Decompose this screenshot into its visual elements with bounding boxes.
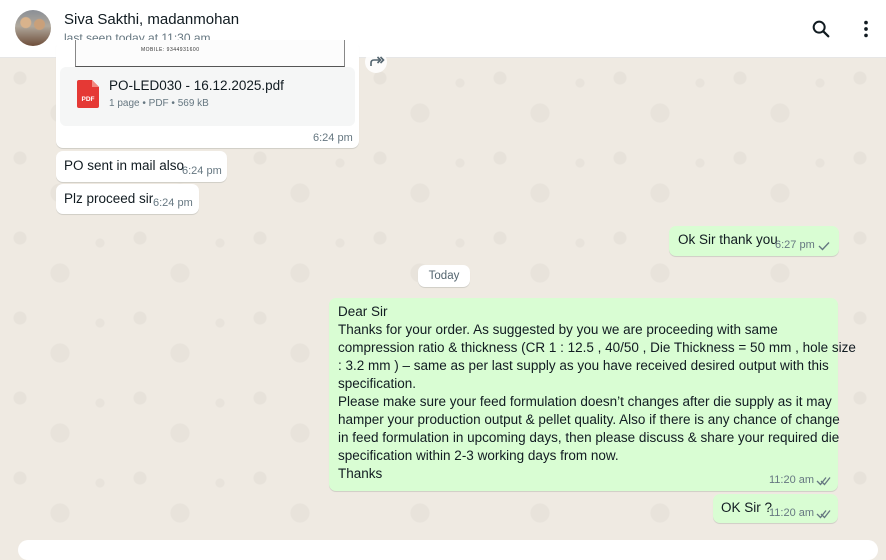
message-line: hamper your production output & pellet q… <box>338 412 840 427</box>
message-line: Thanks for your order. As suggested by y… <box>338 322 778 337</box>
document-card[interactable]: PDF PO-LED030 - 16.12.2025.pdf 1 page • … <box>60 67 355 126</box>
date-divider: Today <box>418 265 470 287</box>
message-line: in feed formulation in upcoming days, th… <box>338 430 840 445</box>
message-line: specification. <box>338 376 417 391</box>
document-preview-page: MOBILE: 9344931600 <box>75 40 345 67</box>
message-text: PO sent in mail also <box>64 158 185 173</box>
document-file-meta: 1 page • PDF • 569 kB <box>109 98 209 109</box>
message-time: 6:27 pm <box>775 239 815 251</box>
vertical-dots-icon[interactable] <box>855 18 877 40</box>
message-text-long: Dear Sir Thanks for your order. As sugge… <box>338 303 856 483</box>
double-tick-icon <box>816 510 831 519</box>
message-line: Dear Sir <box>338 304 388 319</box>
message-text: OK Sir ? <box>721 500 773 515</box>
message-line: compression ratio & thickness (CR 1 : 12… <box>338 340 856 355</box>
search-icon[interactable] <box>810 18 832 40</box>
message-bubble-outgoing[interactable]: Dear Sir Thanks for your order. As sugge… <box>329 298 856 491</box>
message-line: : 3.2 mm ) – same as per last supply as … <box>338 358 829 373</box>
message-bubble-incoming[interactable]: PO sent in mail also 6:24 pm <box>56 151 227 182</box>
single-tick-icon <box>818 242 830 251</box>
message-time: 6:24 pm <box>153 197 193 209</box>
message-bubble-outgoing[interactable]: OK Sir ? 11:20 am <box>713 494 838 523</box>
message-text: Plz proceed sir <box>64 191 154 206</box>
message-time: 6:24 pm <box>182 165 222 177</box>
avatar[interactable] <box>15 10 51 46</box>
message-text: Ok Sir thank you <box>678 232 778 247</box>
message-time: 6:24 pm <box>313 132 353 144</box>
message-bubble-incoming[interactable]: Plz proceed sir 6:24 pm <box>56 184 199 214</box>
message-bubble-outgoing[interactable]: Ok Sir thank you 6:27 pm <box>669 226 839 256</box>
message-bubble-document[interactable]: MOBILE: 9344931600 PDF PO-LED030 - 16.12… <box>56 40 359 148</box>
pdf-badge-label: PDF <box>82 96 95 103</box>
message-time: 11:20 am <box>769 507 815 519</box>
document-preview[interactable]: MOBILE: 9344931600 <box>60 40 355 67</box>
document-preview-text: MOBILE: 9344931600 <box>141 47 200 53</box>
forward-button[interactable] <box>365 51 387 73</box>
pdf-file-icon: PDF <box>77 80 99 108</box>
double-tick-icon <box>816 477 831 486</box>
message-composer[interactable] <box>18 540 878 560</box>
message-line: specification within 2-3 working days fr… <box>338 448 619 463</box>
document-file-name: PO-LED030 - 16.12.2025.pdf <box>109 78 284 93</box>
contact-name[interactable]: Siva Sakthi, madanmohan <box>64 11 239 28</box>
message-time: 11:20 am <box>769 474 815 486</box>
forward-icon <box>370 56 385 66</box>
message-line: Please make sure your feed formulation d… <box>338 394 832 409</box>
